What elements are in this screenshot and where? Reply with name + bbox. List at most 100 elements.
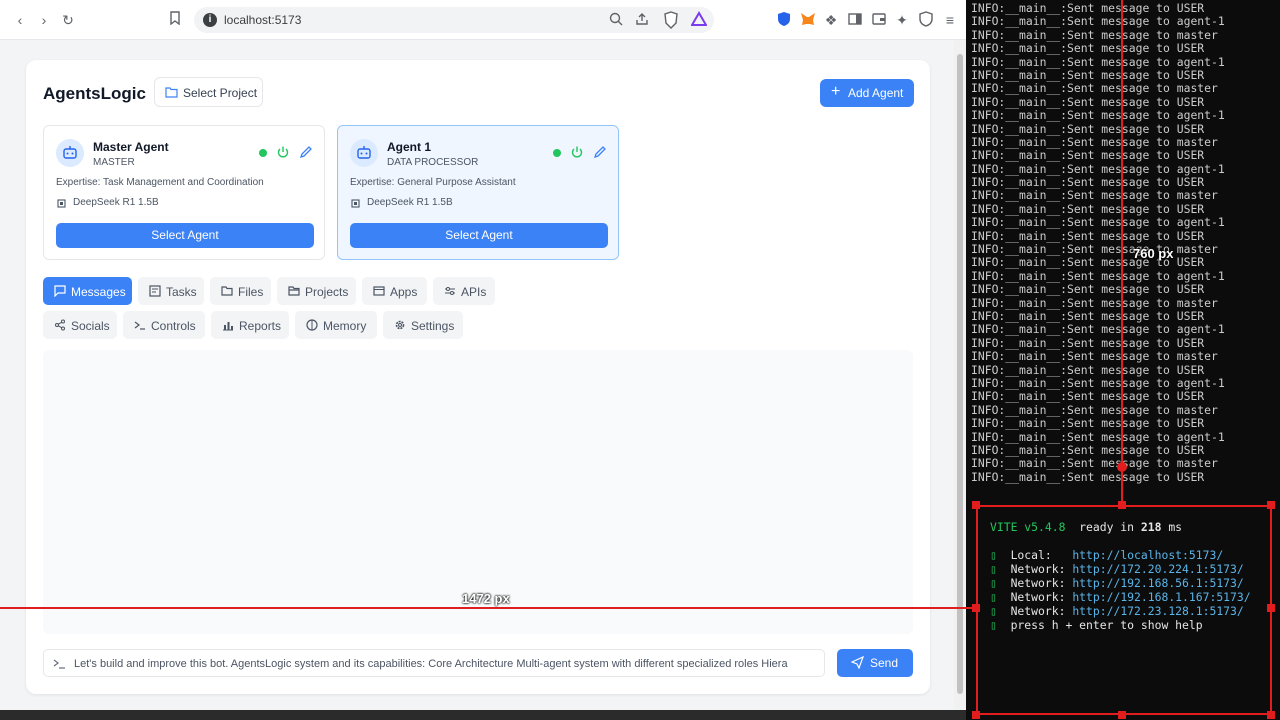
tab-label: Controls — [151, 319, 196, 333]
share-page-icon[interactable] — [635, 12, 649, 31]
network-url[interactable]: http://172.20.224.1:5173/ — [1072, 562, 1243, 576]
vite-network-row: ▯ Network: http://192.168.56.1:5173/ — [990, 576, 1244, 590]
zoom-icon[interactable] — [609, 12, 623, 31]
wallet-icon[interactable] — [870, 11, 888, 29]
send-label: Send — [870, 656, 899, 670]
agent-model: DeepSeek R1 1.5B — [367, 197, 453, 208]
log-line: INFO:__main__:Sent message to USER — [971, 148, 1205, 163]
forward-icon[interactable]: › — [35, 11, 53, 29]
tab-files[interactable]: Files — [210, 277, 271, 305]
tab-reports[interactable]: Reports — [211, 311, 289, 339]
site-info-icon[interactable]: i — [203, 13, 217, 27]
resize-handle[interactable] — [972, 501, 980, 509]
menu-icon[interactable]: ≡ — [941, 11, 959, 29]
browser-toolbar: ‹ › ↻ i localhost:5173 ❖ ✦ ≡ — [0, 0, 966, 40]
bookmark-icon[interactable] — [166, 11, 184, 29]
vite-network-row: ▯ Network: http://172.23.128.1:5173/ — [990, 604, 1244, 618]
chat-input[interactable]: Let's build and improve this bot. Agents… — [43, 649, 825, 677]
agent-card-agent-1[interactable]: Agent 1 DATA PROCESSOR Expertise: Genera… — [337, 125, 619, 260]
network-url[interactable]: http://192.168.1.167:5173/ — [1072, 590, 1250, 604]
log-line: INFO:__main__:Sent message to agent-1 — [971, 14, 1225, 29]
arrow-icon: ▯ — [990, 604, 997, 618]
bar-chart-icon — [222, 319, 234, 331]
brave-shield-icon[interactable] — [662, 11, 680, 29]
agent-role: MASTER — [93, 157, 135, 168]
tab-label: Reports — [239, 319, 282, 333]
brave-rewards-icon[interactable] — [690, 11, 708, 29]
resize-handle[interactable] — [1267, 604, 1275, 612]
power-icon[interactable] — [570, 145, 584, 159]
select-agent-button[interactable]: Select Agent — [56, 223, 314, 248]
resize-handle[interactable] — [972, 711, 980, 719]
power-icon[interactable] — [276, 145, 290, 159]
tab-controls[interactable]: Controls — [123, 311, 205, 339]
tab-label: Apps — [390, 285, 418, 299]
vite-help-row: ▯ press h + enter to show help — [990, 618, 1203, 632]
arrow-icon: ▯ — [990, 576, 997, 590]
browser-window: ‹ › ↻ i localhost:5173 ❖ ✦ ≡ AgentsLogic… — [0, 0, 966, 720]
tab-socials[interactable]: Socials — [43, 311, 117, 339]
leo-ai-icon[interactable]: ✦ — [893, 11, 911, 29]
resize-handle[interactable] — [1267, 501, 1275, 509]
local-url[interactable]: http://localhost:5173/ — [1072, 548, 1223, 562]
select-project-button[interactable]: Select Project — [154, 77, 263, 107]
measure-point[interactable] — [1117, 462, 1127, 472]
vpn-shield-icon[interactable] — [775, 11, 793, 29]
share-icon — [54, 319, 66, 331]
tab-settings[interactable]: Settings — [383, 311, 463, 339]
edit-icon[interactable] — [299, 145, 313, 159]
terminal-icon — [134, 319, 146, 331]
log-line: INFO:__main__:Sent message to master — [971, 242, 1218, 257]
metamask-icon[interactable] — [799, 11, 817, 29]
sidebar-icon[interactable] — [846, 11, 864, 29]
message-icon — [54, 285, 66, 298]
resize-handle[interactable] — [1118, 711, 1126, 719]
agent-expertise: Expertise: Task Management and Coordinat… — [56, 177, 264, 188]
plus-icon: + — [831, 83, 841, 100]
log-line: INFO:__main__:Sent message to USER — [971, 335, 1205, 350]
edit-icon[interactable] — [593, 145, 607, 159]
add-agent-button[interactable]: + Add Agent — [820, 79, 914, 107]
vite-status-box: VITE v5.4.8 ready in 218 ms ▯ Local: htt… — [976, 505, 1272, 715]
tab-projects[interactable]: Projects — [277, 277, 356, 305]
tab-messages[interactable]: Messages — [43, 277, 132, 305]
select-agent-button[interactable]: Select Agent — [350, 223, 608, 248]
tab-tasks[interactable]: Tasks — [138, 277, 204, 305]
tab-apis[interactable]: APIs — [433, 277, 495, 305]
vpn-icon[interactable] — [917, 11, 935, 29]
page-scrollbar[interactable] — [954, 40, 966, 712]
log-line: INFO:__main__:Sent message to USER — [971, 362, 1205, 377]
tab-memory[interactable]: Memory — [295, 311, 377, 339]
address-bar[interactable]: i localhost:5173 — [194, 7, 714, 33]
tab-apps[interactable]: Apps — [362, 277, 427, 305]
send-button[interactable]: Send — [837, 649, 913, 677]
agent-card-master[interactable]: Master Agent MASTER Expertise: Task Mana… — [43, 125, 325, 260]
vite-version: VITE v5.4.8 — [990, 520, 1066, 534]
log-line: INFO:__main__:Sent message to USER — [971, 228, 1205, 243]
resize-handle[interactable] — [1267, 711, 1275, 719]
server-log: INFO:__main__:Sent message to USER INFO:_… — [971, 1, 1280, 484]
ready-text: ready in — [1079, 520, 1141, 534]
log-line: INFO:__main__:Sent message to USER — [971, 308, 1205, 323]
gear-icon — [394, 319, 406, 331]
scroll-thumb[interactable] — [957, 54, 963, 694]
network-label: Network: — [1010, 604, 1066, 618]
network-url[interactable]: http://172.23.128.1:5173/ — [1072, 604, 1243, 618]
reload-icon[interactable]: ↻ — [59, 11, 77, 29]
back-icon[interactable]: ‹ — [11, 11, 29, 29]
log-line: INFO:__main__:Sent message to USER — [971, 1, 1205, 15]
terminal-window[interactable]: INFO:__main__:Sent message to USER INFO:_… — [966, 0, 1280, 720]
log-line: INFO:__main__:Sent message to USER — [971, 41, 1205, 56]
resize-handle[interactable] — [972, 604, 980, 612]
extensions-icon[interactable]: ❖ — [822, 11, 840, 29]
url-text: localhost:5173 — [224, 13, 302, 27]
arrow-icon: ▯ — [990, 562, 997, 576]
log-line: INFO:__main__:Sent message to agent-1 — [971, 54, 1225, 69]
network-url[interactable]: http://192.168.56.1:5173/ — [1072, 576, 1243, 590]
arrow-icon: ▯ — [990, 590, 997, 604]
horizontal-measure-line — [0, 607, 976, 609]
resize-handle[interactable] — [1118, 501, 1126, 509]
log-line: INFO:__main__:Sent message to agent-1 — [971, 215, 1225, 230]
log-line: INFO:__main__:Sent message to master — [971, 295, 1218, 310]
log-line: INFO:__main__:Sent message to USER — [971, 282, 1205, 297]
